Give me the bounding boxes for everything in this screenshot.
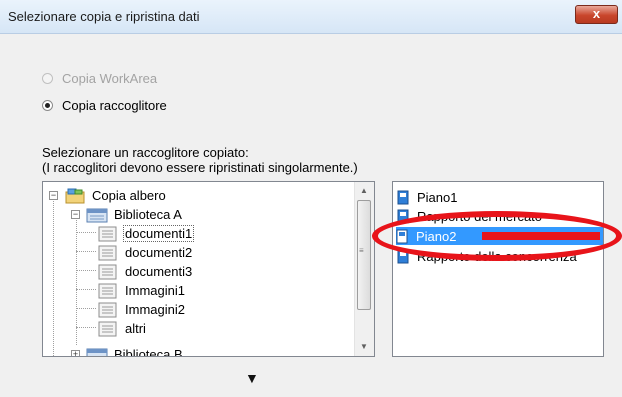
binder-icon (97, 264, 119, 280)
tree-node-label: Immagini2 (125, 302, 185, 317)
radio-copy-workarea[interactable]: Copia WorkArea (42, 71, 157, 86)
collapse-icon[interactable]: − (49, 191, 58, 200)
binder-icon (97, 245, 119, 261)
tree-node-label: documenti2 (125, 245, 193, 260)
instructions: Selezionare un raccoglitore copiato: (I … (42, 145, 358, 175)
tree-node-binder[interactable]: Immagini1 (97, 282, 185, 299)
collapse-icon[interactable]: − (71, 210, 80, 219)
tree-scrollbar[interactable]: ▲ ≡ ▼ (354, 182, 374, 356)
tree-node-binder[interactable]: documenti3 (97, 263, 192, 280)
radio-label: Copia raccoglitore (62, 98, 167, 113)
radio-button-icon (42, 100, 53, 111)
copy-tree-icon (64, 188, 86, 204)
tree-node-library-a[interactable]: − Biblioteca A (71, 206, 182, 223)
down-arrow-icon: ▼ (245, 370, 259, 386)
tree-node-binder[interactable]: documenti2 (97, 244, 192, 261)
radio-label: Copia WorkArea (62, 71, 158, 86)
close-button[interactable]: x (575, 5, 618, 24)
tree-node-label: documenti3 (125, 264, 193, 279)
tree-node-binder[interactable]: documenti1 (97, 225, 195, 242)
tree-node-label: altri (125, 321, 146, 336)
binder-icon (97, 302, 119, 318)
library-icon (86, 207, 108, 223)
tree-node-label: Immagini1 (125, 283, 185, 298)
tree-node-copy-tree[interactable]: − Copia albero (49, 187, 166, 204)
tree-node-label: Copia albero (92, 188, 166, 203)
instruction-line: Selezionare un raccoglitore copiato: (42, 145, 249, 160)
instruction-line: (I raccoglitori devono essere ripristina… (42, 160, 358, 175)
window-title: Selezionare copia e ripristina dati (8, 9, 200, 24)
radio-copy-binder[interactable]: Copia raccoglitore (42, 98, 167, 113)
tree-node-binder[interactable]: Immagini2 (97, 301, 185, 318)
binder-icon (97, 226, 119, 242)
binder-icon (97, 283, 119, 299)
annotation-bar (482, 232, 600, 240)
library-icon (86, 347, 108, 356)
title-bar: Selezionare copia e ripristina dati x (0, 0, 622, 34)
list-item-label: Piano1 (417, 189, 458, 205)
binder-icon (97, 321, 119, 337)
tree-node-library-b[interactable]: + Biblioteca B (71, 346, 183, 357)
backup-tree-view[interactable]: − Copia albero − Biblioteca A documenti1 (42, 181, 375, 357)
scroll-up-icon[interactable]: ▲ (360, 186, 368, 195)
tree-node-label: Biblioteca B (114, 347, 183, 357)
tree-node-label: documenti1 (123, 225, 195, 242)
expand-icon[interactable]: + (71, 350, 80, 356)
tree-node-label: Biblioteca A (114, 207, 182, 222)
tree-node-binder[interactable]: altri (97, 320, 146, 337)
scroll-thumb[interactable] (357, 200, 371, 310)
scroll-down-icon[interactable]: ▼ (360, 342, 368, 351)
close-icon: x (592, 6, 601, 21)
scroll-grip-icon: ≡ (359, 246, 364, 255)
radio-button-icon (42, 73, 53, 84)
list-item[interactable]: Piano1 (397, 188, 603, 206)
document-list[interactable]: Piano1 Rapporto del mercato Piano2 Rappo… (392, 181, 604, 357)
document-book-icon (397, 190, 409, 205)
